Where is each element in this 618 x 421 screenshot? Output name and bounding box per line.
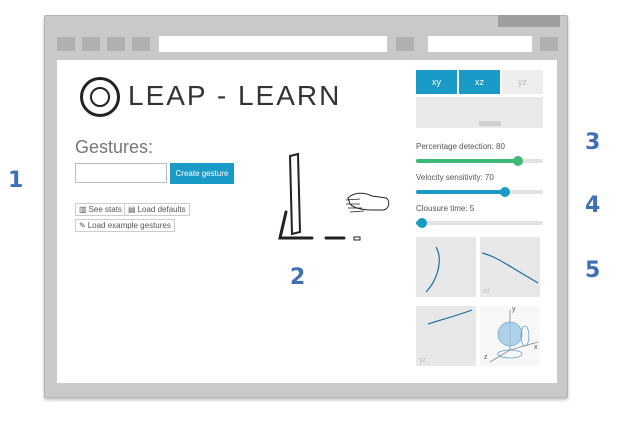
tab-panel (416, 97, 543, 128)
callout-3: 3 (585, 130, 601, 155)
menu-button[interactable] (540, 37, 558, 51)
axis-y-label: y (512, 306, 516, 313)
callout-2: 2 (290, 265, 306, 290)
create-gesture-button[interactable]: Create gesture (170, 163, 234, 184)
load-example-gestures-button[interactable]: ✎ Load example gestures (75, 219, 175, 232)
tab-xy[interactable]: xy (416, 70, 457, 94)
save-icon: ▤ (128, 205, 136, 214)
browser-search-input[interactable] (428, 36, 532, 52)
projection-3d[interactable]: y x z (480, 306, 540, 366)
axis-z-label: z (484, 354, 488, 361)
see-stats-label: See stats (88, 205, 122, 214)
slider-knob[interactable] (499, 187, 510, 197)
slider-fill (416, 190, 505, 194)
panel-handle (479, 121, 501, 126)
university-seal-logo (80, 77, 120, 117)
see-stats-button[interactable]: ▥ See stats (75, 203, 126, 216)
projection-xy[interactable] (416, 237, 476, 297)
projection-xz[interactable]: xz (480, 237, 540, 297)
3d-axes-trace (489, 310, 539, 363)
load-defaults-label: Load defaults (137, 205, 186, 214)
percentage-detection-label: Percentage detection: 80 (416, 142, 505, 151)
tab-xz[interactable]: xz (459, 70, 500, 94)
velocity-sensitivity-slider[interactable] (416, 187, 543, 197)
slider-knob[interactable] (512, 156, 523, 166)
browser-tab[interactable] (498, 15, 560, 27)
closure-time-slider[interactable] (416, 218, 543, 228)
closure-time-label: Clousure time: 5 (416, 204, 475, 213)
bookmark-button[interactable] (396, 37, 414, 51)
app-title: LEAP - LEARN (128, 80, 342, 111)
gestures-heading: Gestures: (75, 137, 154, 157)
reload-button[interactable] (107, 37, 125, 51)
forward-button[interactable] (82, 37, 100, 51)
callout-4: 4 (585, 193, 601, 218)
percentage-detection-slider[interactable] (416, 156, 543, 166)
axis-x-label: x (534, 344, 538, 351)
projection-yz[interactable]: yz (416, 306, 476, 366)
load-defaults-button[interactable]: ▤ Load defaults (124, 203, 190, 216)
slider-fill (416, 159, 518, 163)
callout-5: 5 (585, 258, 601, 283)
xy-trace (425, 246, 440, 293)
gesture-name-input[interactable] (75, 163, 167, 183)
xz-label: xz (483, 288, 490, 295)
yz-label: yz (419, 357, 426, 364)
tab-yz[interactable]: yz (502, 70, 543, 94)
back-button[interactable] (57, 37, 75, 51)
home-button[interactable] (132, 37, 150, 51)
bar-chart-icon: ▥ (79, 205, 87, 214)
velocity-sensitivity-label: Velocity sensitivity: 70 (416, 173, 494, 182)
load-examples-label: Load example gestures (87, 221, 171, 230)
callout-1: 1 (8, 168, 24, 193)
leap-motion-illustration (278, 152, 390, 241)
address-bar[interactable] (159, 36, 387, 52)
paperclip-icon: ✎ (79, 221, 86, 230)
